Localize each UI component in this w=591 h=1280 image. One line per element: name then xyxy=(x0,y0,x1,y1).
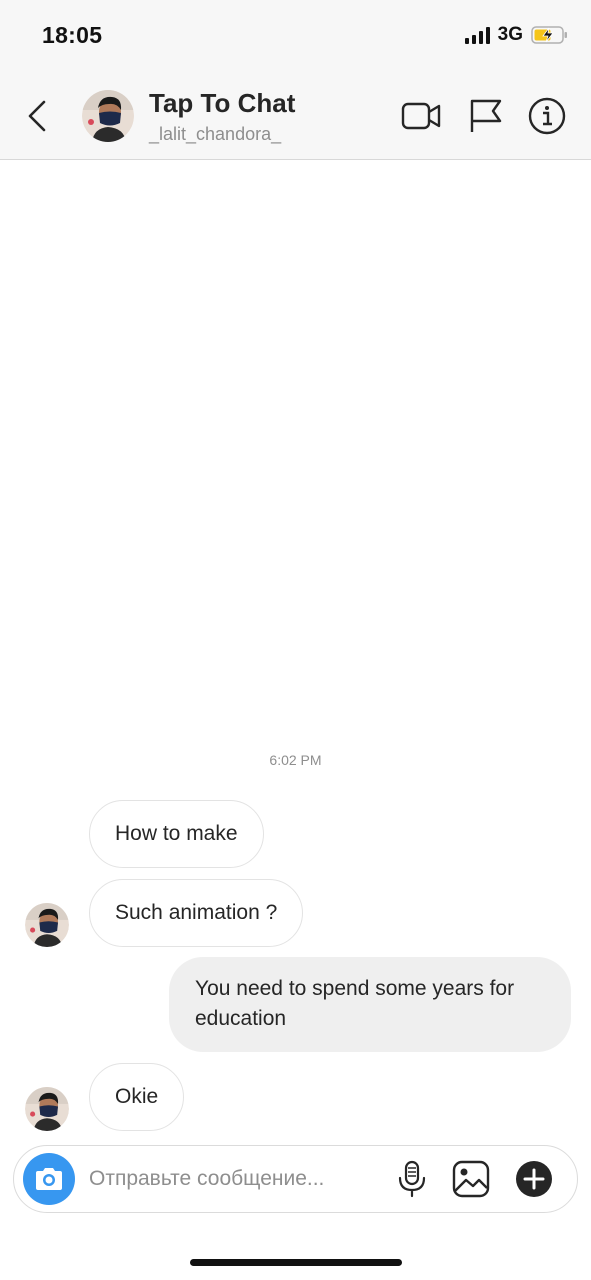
battery-charging-icon xyxy=(531,26,567,44)
back-chevron-icon[interactable] xyxy=(22,96,56,136)
chat-header: Tap To Chat _lalit_chandora_ xyxy=(0,72,591,160)
outgoing-message[interactable]: You need to spend some years for educati… xyxy=(169,957,571,1052)
flag-icon[interactable] xyxy=(465,96,507,136)
add-icon[interactable] xyxy=(514,1159,554,1199)
home-indicator[interactable] xyxy=(190,1259,402,1266)
incoming-message[interactable]: Okie xyxy=(89,1063,185,1131)
gallery-icon[interactable] xyxy=(451,1159,491,1199)
camera-icon xyxy=(36,1168,62,1190)
message-input[interactable] xyxy=(89,1160,379,1198)
incoming-message[interactable]: Such animation ? xyxy=(89,879,304,947)
status-time: 18:05 xyxy=(42,22,103,48)
avatar[interactable] xyxy=(82,90,134,142)
message-timestamp: 6:02 PM xyxy=(269,752,322,768)
microphone-icon[interactable] xyxy=(392,1159,432,1199)
status-indicators: 3G xyxy=(464,24,569,46)
info-icon[interactable] xyxy=(526,96,568,136)
avatar[interactable] xyxy=(25,1087,69,1131)
message-composer xyxy=(13,1145,578,1213)
header-username[interactable]: _lalit_chandora_ xyxy=(149,124,281,145)
status-bar: 18:05 3G xyxy=(0,0,591,72)
network-type: 3G xyxy=(497,24,523,45)
incoming-message[interactable]: How to make xyxy=(89,800,264,868)
page-title[interactable]: Tap To Chat xyxy=(149,88,295,119)
video-call-icon[interactable] xyxy=(400,96,442,136)
avatar[interactable] xyxy=(25,903,69,947)
camera-button[interactable] xyxy=(23,1153,75,1205)
signal-icon xyxy=(464,26,490,44)
